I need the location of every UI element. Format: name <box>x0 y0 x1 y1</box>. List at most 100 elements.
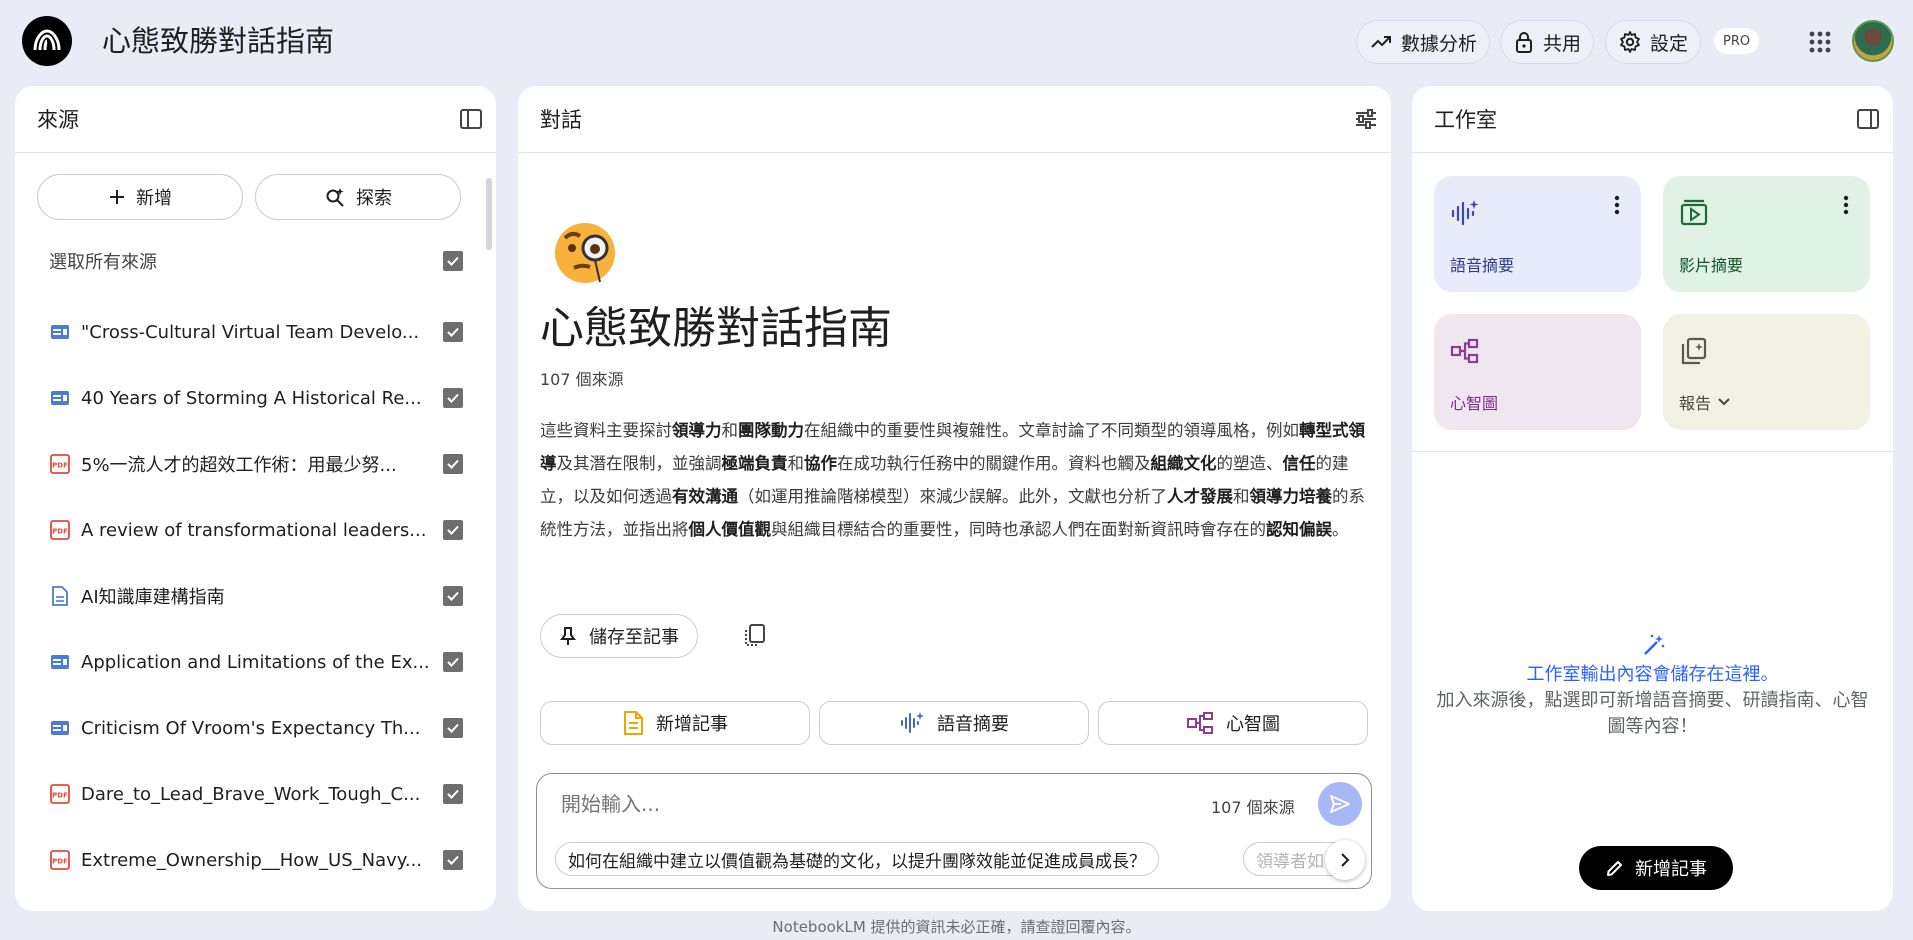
chat-composer: 107 個來源 如何在組織中建立以價值觀為基礎的文化，以提升團隊效能並促進成員成… <box>536 773 1372 889</box>
sources-title: 來源 <box>37 108 79 132</box>
video-overview-tile[interactable]: 影片摘要 <box>1663 176 1870 292</box>
source-item[interactable]: 40 Years of Storming A Historical Re... <box>49 365 463 431</box>
sources-scrollbar[interactable] <box>486 178 492 250</box>
audio-waveform-icon <box>1451 200 1479 226</box>
mind-map-button[interactable]: 心智圖 <box>1098 701 1368 745</box>
summary-text: 和 <box>1233 487 1250 506</box>
analytics-label: 數據分析 <box>1401 32 1478 55</box>
source-checkbox[interactable] <box>443 586 463 606</box>
notebooklm-logo[interactable] <box>22 16 72 66</box>
pdf-icon: PDF <box>50 520 70 540</box>
source-checkbox[interactable] <box>443 520 463 540</box>
audio-overview-tile[interactable]: 語音摘要 <box>1434 176 1641 292</box>
source-item[interactable]: PDF 5%一流人才的超效工作術：用最少努... <box>49 431 463 497</box>
copy-icon[interactable] <box>742 622 768 648</box>
source-item[interactable]: PDF Dare_to_Lead_Brave_Work_Tough_C... <box>49 761 463 827</box>
share-button[interactable]: 共用 <box>1500 20 1595 64</box>
source-item-label: Dare_to_Lead_Brave_Work_Tough_C... <box>81 783 421 805</box>
summary-text: 在組織中的重要性與複雜性。文章討論了不同類型的領導風格，例如 <box>804 421 1299 440</box>
source-item-label: 40 Years of Storming A Historical Re... <box>81 387 422 409</box>
source-item[interactable]: PDF Extreme_Ownership__How_US_Navy... <box>49 827 463 893</box>
report-tile[interactable]: 報告 <box>1663 314 1870 430</box>
send-button[interactable] <box>1318 782 1362 826</box>
chevron-right-icon <box>1341 853 1350 867</box>
check-icon <box>447 327 459 337</box>
source-checkbox[interactable] <box>443 652 463 672</box>
mind-map-tile[interactable]: 心智圖 <box>1434 314 1641 430</box>
audio-overview-button[interactable]: 語音摘要 <box>819 701 1089 745</box>
source-item-label: "Cross-Cultural Virtual Team Develo... <box>81 321 420 343</box>
source-checkbox[interactable] <box>443 784 463 804</box>
check-icon <box>447 459 459 469</box>
mindmap-tile-label: 心智圖 <box>1450 394 1499 413</box>
magic-wand-icon <box>1644 634 1665 655</box>
notebook-title[interactable]: 心態致勝對話指南 <box>102 20 334 62</box>
more-vert-icon[interactable] <box>1836 194 1856 216</box>
tune-icon[interactable] <box>1353 106 1379 132</box>
audio-tile-label: 語音摘要 <box>1450 256 1515 275</box>
source-item[interactable]: PDF A review of transformational leaders.… <box>49 497 463 563</box>
select-all-checkbox[interactable] <box>443 251 463 271</box>
source-item[interactable]: PDFGROWING INTO OUR ROLE AS DISR... <box>49 893 463 911</box>
chevron-down-icon[interactable] <box>1717 397 1731 407</box>
pdf-icon: PDF <box>50 850 70 870</box>
chat-header: 對話 <box>518 86 1391 153</box>
notebook-summary: 這些資料主要探討領導力和團隊動力在組織中的重要性與複雜性。文章討論了不同類型的領… <box>540 414 1370 546</box>
source-item-label: AI知識庫建構指南 <box>81 587 225 608</box>
new-note-label: 新增記事 <box>1635 859 1707 880</box>
add-note-button[interactable]: 新增記事 <box>540 701 810 745</box>
pencil-icon <box>1607 861 1622 876</box>
source-item[interactable]: Application and Limitations of the Ex... <box>49 629 463 695</box>
save-to-note-label: 儲存至記事 <box>589 627 679 648</box>
suggested-question[interactable]: 如何在組織中建立以價值觀為基礎的文化，以提升團隊效能並促進成員成長？ <box>555 842 1159 876</box>
video-play-icon <box>1680 199 1708 226</box>
source-item[interactable]: AI知識庫建構指南 <box>49 563 463 629</box>
settings-button[interactable]: 設定 <box>1605 20 1702 64</box>
search-sparkle-icon <box>326 188 344 207</box>
analytics-button[interactable]: 數據分析 <box>1356 20 1491 64</box>
source-checkbox[interactable] <box>443 388 463 408</box>
summary-keyword: 團隊動力 <box>738 421 804 440</box>
chat-panel: 對話 心態致勝對話指南 107 個來源 這些資料主要探討領導力和團隊動力在組織中… <box>518 86 1391 911</box>
source-checkbox[interactable] <box>443 454 463 474</box>
gear-icon <box>1620 31 1640 53</box>
collapse-panel-icon[interactable] <box>1855 106 1881 132</box>
source-item-label: A review of transformational leaders... <box>81 519 427 541</box>
lock-icon <box>1516 32 1532 53</box>
pro-badge: PRO <box>1714 28 1760 54</box>
save-to-note-button[interactable]: 儲存至記事 <box>540 614 698 658</box>
summary-keyword: 組織文化 <box>1150 454 1217 473</box>
summary-keyword: 信任 <box>1282 454 1316 473</box>
check-icon <box>447 657 459 667</box>
source-item[interactable]: "Cross-Cultural Virtual Team Develo... <box>49 299 463 365</box>
source-list: "Cross-Cultural Virtual Team Develo... 40… <box>49 299 463 911</box>
add-source-button[interactable]: 新增 <box>37 174 243 220</box>
apps-grid-icon[interactable] <box>1806 28 1834 56</box>
summary-keyword: 協作 <box>804 454 837 473</box>
next-suggestions-button[interactable] <box>1325 840 1365 880</box>
source-checkbox[interactable] <box>443 718 463 738</box>
source-checkbox[interactable] <box>443 850 463 870</box>
source-item[interactable]: Criticism Of Vroom's Expectancy Th... <box>49 695 463 761</box>
source-item-label: Application and Limitations of the Ex... <box>81 651 430 673</box>
summary-keyword: 人才發展 <box>1167 487 1233 506</box>
collapse-panel-icon[interactable] <box>458 106 484 132</box>
source-checkbox[interactable] <box>443 322 463 342</box>
chat-input[interactable] <box>561 792 1161 816</box>
more-vert-icon[interactable] <box>1607 194 1627 216</box>
summary-keyword: 認知偏誤 <box>1266 520 1332 539</box>
source-item-label: 5%一流人才的超效工作術：用最少努... <box>81 455 397 476</box>
quick-actions: 新增記事 語音摘要 心智圖 <box>540 701 1368 745</box>
pdf-icon: PDF <box>50 454 70 474</box>
explore-button[interactable]: 探索 <box>255 174 461 220</box>
user-avatar[interactable] <box>1852 20 1894 62</box>
report-tile-label: 報告 <box>1679 394 1712 413</box>
sources-header: 來源 <box>15 86 496 153</box>
new-note-button[interactable]: 新增記事 <box>1579 846 1733 890</box>
select-all-row[interactable]: 選取所有來源 <box>49 241 463 281</box>
settings-label: 設定 <box>1650 32 1689 55</box>
studio-empty-description: 加入來源後，點選即可新增語音摘要、研讀指南、心智圖等內容！ <box>1436 690 1869 737</box>
select-all-label: 選取所有來源 <box>49 252 157 273</box>
audio-overview-label: 語音摘要 <box>937 714 1009 735</box>
studio-empty-title: 工作室輸出內容會儲存在這裡。 <box>1526 664 1779 685</box>
